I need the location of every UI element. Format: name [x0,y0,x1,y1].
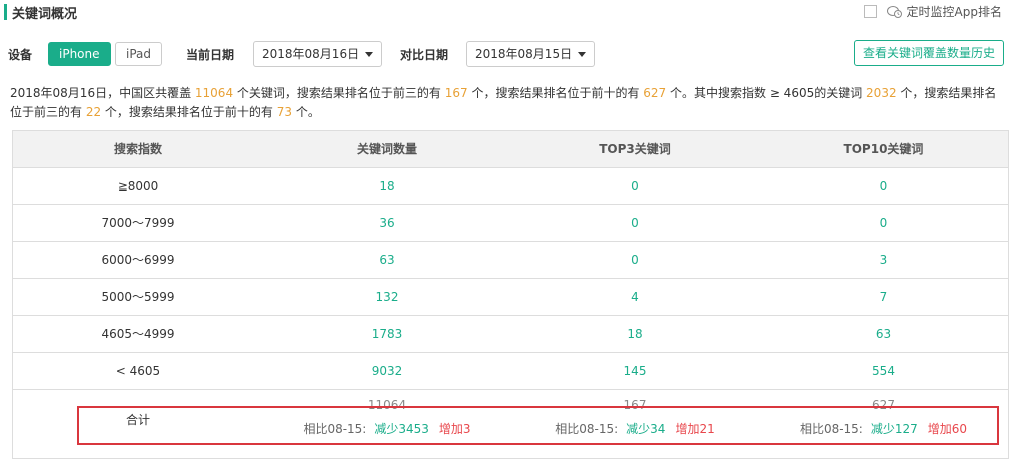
keyword-history-button[interactable]: 查看关键词覆盖数量历史 [853,40,1004,66]
top10-count[interactable]: 3 [759,242,1008,278]
top3-count[interactable]: 145 [511,353,759,389]
index-range: 6000～6999 [101,253,175,267]
top10-count[interactable]: 0 [759,168,1008,204]
keyword-count[interactable]: 132 [263,279,511,315]
column-header: TOP10关键词 [843,142,924,156]
keyword-count[interactable]: 9032 [263,353,511,389]
table-row: < 4605 9032 145 554 [13,353,1008,390]
summary-part: 个，搜索结果排名位于前十的有 [467,86,644,100]
compare-date-label: 对比日期 [400,48,449,62]
high-index-count: 2032 [866,86,897,100]
total-keywords-count: 11064 [194,86,234,100]
caret-down-icon [578,51,587,57]
table-row: ≧8000 18 0 0 [13,168,1008,205]
monitor-checkbox[interactable] [863,5,877,18]
table-header: 搜索指数 关键词数量 TOP3关键词 TOP10关键词 [13,131,1008,168]
high-index-top10-count: 73 [276,105,293,119]
top3-count[interactable]: 0 [511,205,759,241]
compare-date-select[interactable]: 2018年08月15日 [466,41,596,67]
title-accent-bar [4,4,7,20]
device-ipad-button[interactable]: iPad [115,42,163,66]
keyword-count[interactable]: 63 [263,242,511,278]
keyword-count[interactable]: 1783 [263,316,511,352]
top10-count[interactable]: 63 [759,316,1008,352]
column-header: TOP3关键词 [599,142,671,156]
top3-count[interactable]: 0 [511,242,759,278]
index-range: ≧8000 [117,179,159,193]
index-range: 7000～7999 [101,216,175,230]
section-title: 关键词概况 [12,7,78,22]
summary-part: 2018年08月16日，中国区共覆盖 [10,86,195,100]
high-index-top3-count: 22 [85,105,102,119]
caret-down-icon [365,51,374,57]
top10-count[interactable]: 7 [759,279,1008,315]
current-date-select[interactable]: 2018年08月16日 [253,41,383,67]
column-header: 搜索指数 [113,142,162,156]
table-row: 4605～4999 1783 18 63 [13,316,1008,353]
top3-count[interactable]: 18 [511,316,759,352]
index-range: 5000～5999 [101,290,175,304]
summary-part: 个。 [292,105,320,119]
keyword-count[interactable]: 18 [263,168,511,204]
wechat-clock-icon [886,5,903,19]
summary-part: 个关键词，搜索结果排名位于前三的有 [233,86,445,100]
table-row: 7000～7999 36 0 0 [13,205,1008,242]
annotation-highlight-box [77,406,999,445]
summary-part: 个，搜索结果排名位于前十的有 [101,105,277,119]
monitor-label: 定时监控App排名 [906,5,1002,19]
device-iphone-button[interactable]: iPhone [48,42,111,66]
index-range: < 4605 [115,364,161,378]
compare-date-value: 2018年08月15日 [475,47,573,61]
top10-count[interactable]: 554 [759,353,1008,389]
top3-count[interactable]: 0 [511,168,759,204]
filter-bar: 设备 iPhone iPad 当前日期 2018年08月16日 对比日期 201… [0,40,1016,68]
keyword-count[interactable]: 36 [263,205,511,241]
current-date-value: 2018年08月16日 [262,47,360,61]
section-header: 关键词概况 定时监控App排名 [0,0,1016,24]
top10-count[interactable]: 0 [759,205,1008,241]
top10-count: 627 [643,86,667,100]
top3-count: 167 [444,86,468,100]
column-header: 关键词数量 [356,142,417,156]
index-range: 4605～4999 [101,327,175,341]
summary-part: 个。其中搜索指数 ≥ 4605的关键词 [666,86,867,100]
monitor-toggle[interactable]: 定时监控App排名 [863,3,1002,20]
current-date-label: 当前日期 [186,48,235,62]
table-row: 5000～5999 132 4 7 [13,279,1008,316]
top3-count[interactable]: 4 [511,279,759,315]
table-row: 6000～6999 63 0 3 [13,242,1008,279]
summary-text: 2018年08月16日，中国区共覆盖 11064 个关键词，搜索结果排名位于前三… [10,84,1006,122]
device-label: 设备 [8,48,33,62]
